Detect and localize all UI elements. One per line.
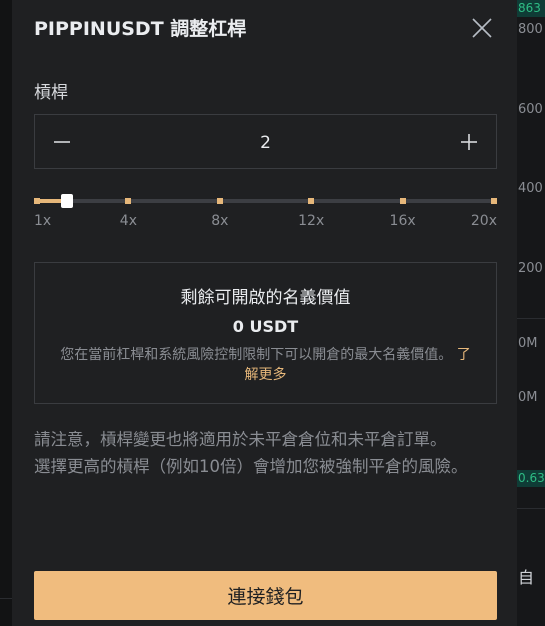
leverage-dialog: PIPPINUSDT 調整杠桿 槓桿 1x 4x 8x 12x 16x 20x 剩餘可開啟… [12, 0, 517, 626]
slider-tick-label: 1x [34, 213, 52, 229]
leverage-slider[interactable]: 1x 4x 8x 12x 16x 20x [34, 192, 497, 232]
axis-label: 400 [518, 181, 543, 196]
leverage-label: 槓桿 [34, 83, 68, 103]
slider-tick[interactable] [399, 198, 406, 204]
slider-tick[interactable] [34, 198, 40, 204]
slider-tick[interactable] [125, 198, 132, 204]
axis-label: 800 [518, 22, 543, 37]
slider-tick-label: 8x [211, 213, 229, 229]
chart-panel-edge [517, 0, 545, 626]
price-tag-top: 863 [515, 0, 545, 17]
divider [517, 318, 545, 319]
plus-icon [461, 133, 477, 150]
leverage-stepper [34, 114, 497, 170]
leverage-input[interactable] [89, 115, 442, 170]
slider-tick-label: 20x [470, 213, 497, 229]
description-text: 您在當前杠桿和系統風險控制限制下可以開倉的最大名義價值。 [60, 347, 453, 363]
axis-label: 0M [518, 390, 538, 405]
slider-tick[interactable] [308, 198, 315, 204]
axis-label: 600 [518, 102, 543, 117]
dialog-title: PIPPINUSDT 調整杠桿 [34, 18, 247, 40]
minus-icon [54, 140, 70, 143]
leverage-notice: 請注意，槓桿變更也將適用於未平倉倉位和未平倉訂單。 選擇更高的槓桿（例如10倍）… [34, 426, 504, 480]
decrease-button[interactable] [35, 115, 89, 168]
axis-label: 自 [518, 568, 535, 587]
increase-button[interactable] [442, 115, 496, 168]
slider-tick-label: 12x [298, 213, 325, 229]
notice-line: 選擇更高的槓桿（例如10倍）會增加您被強制平倉的風險。 [34, 457, 468, 476]
notional-value-amount: 0 USDT [232, 317, 299, 336]
slider-tick[interactable] [491, 198, 497, 204]
slider-tick-label: 16x [389, 213, 416, 229]
close-button[interactable] [470, 16, 494, 40]
slider-track [34, 199, 497, 203]
notional-value-description: 您在當前杠桿和系統風險控制限制下可以開倉的最大名義價值。 了解更多 [59, 345, 472, 385]
notional-value-panel: 剩餘可開啟的名義價值 0 USDT 您在當前杠桿和系統風險控制限制下可以開倉的最… [34, 262, 497, 404]
axis-label: 0M [518, 336, 538, 351]
price-tag: 0.63 [515, 470, 545, 487]
slider-thumb[interactable] [61, 194, 74, 208]
divider [0, 598, 12, 599]
close-icon [472, 18, 492, 38]
notice-line: 請注意，槓桿變更也將適用於未平倉倉位和未平倉訂單。 [34, 430, 447, 449]
slider-tick-label: 4x [119, 213, 137, 229]
slider-tick[interactable] [216, 198, 223, 204]
axis-label: 200 [518, 261, 543, 276]
divider [517, 508, 545, 509]
notional-value-title: 剩餘可開啟的名義價值 [180, 288, 351, 308]
connect-wallet-button[interactable]: 連接錢包 [34, 571, 497, 620]
